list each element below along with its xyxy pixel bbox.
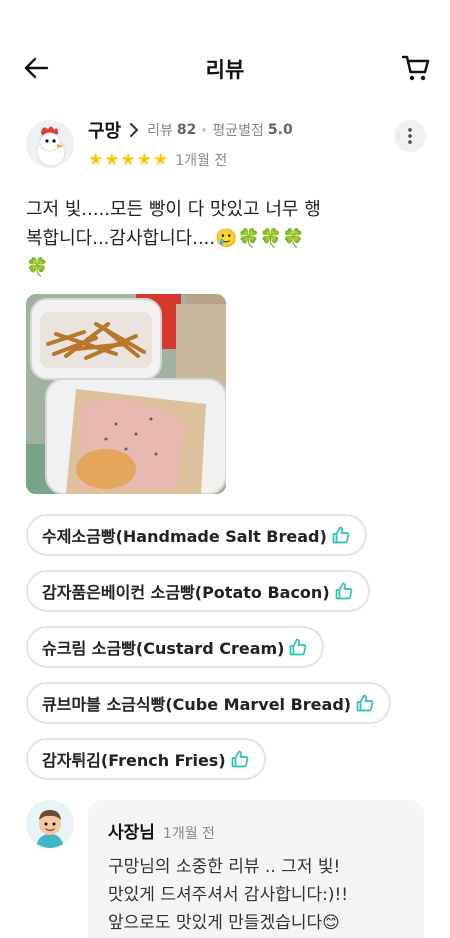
- star-rating: ★ ★ ★ ★ ★: [88, 149, 169, 170]
- chicken-avatar-icon: [26, 120, 74, 168]
- owner-reply: 사장님 1개월 전 구망님의 소중한 리뷰 .. 그저 빛! 맛있게 드셔주셔서…: [88, 800, 424, 938]
- reviewer-meta: 구망 리뷰 82 평균별점 5.0 ★ ★ ★ ★ ★ 1개월 전: [88, 116, 388, 170]
- owner-name: 사장님: [108, 823, 155, 843]
- menu-item-label: 감자튀김(French Fries): [42, 751, 226, 770]
- menu-item-chip[interactable]: 감자품은베이컨 소금빵(Potato Bacon): [26, 570, 370, 612]
- food-photo-image: [26, 294, 226, 494]
- page-title: 리뷰: [205, 58, 245, 82]
- review-text: 그저 빛.....모든 빵이 다 맛있고 너무 행 복합니다...감사합니다..…: [26, 195, 366, 282]
- menu-item-chip[interactable]: 수제소금빵(Handmade Salt Bread): [26, 514, 367, 556]
- star-icon: ★: [104, 149, 120, 170]
- star-icon: ★: [153, 149, 169, 170]
- cart-icon: [401, 55, 430, 81]
- star-icon: ★: [136, 149, 152, 170]
- owner-reply-text: 구망님의 소중한 리뷰 .. 그저 빛! 맛있게 드셔주셔서 감사합니다:)!!…: [108, 853, 404, 937]
- reviewer-nickname[interactable]: 구망: [88, 117, 121, 143]
- reviewer-avatar[interactable]: [26, 120, 74, 168]
- more-options-button[interactable]: [394, 120, 426, 152]
- separator-dot: [202, 128, 207, 132]
- menu-item-chip[interactable]: 감자튀김(French Fries): [26, 738, 266, 780]
- owner-reply-date: 1개월 전: [162, 826, 215, 842]
- review-text-line: 복합니다...감사합니다....🥲🍀🍀🍀: [26, 228, 305, 249]
- star-icon: ★: [88, 149, 104, 170]
- chevron-right-icon[interactable]: [129, 122, 139, 138]
- ordered-items-list: 수제소금빵(Handmade Salt Bread) 감자품은베이컨 소금빵(P…: [26, 514, 426, 794]
- thumbs-up-icon: [288, 637, 308, 657]
- thumbs-up-icon: [230, 749, 250, 769]
- list-item: 감자튀김(French Fries): [26, 738, 426, 794]
- list-item: 큐브마블 소금식빵(Cube Marvel Bread): [26, 682, 426, 738]
- review-text-line: 🍀: [26, 257, 49, 278]
- star-icon: ★: [120, 149, 136, 170]
- owner-avatar: [26, 800, 74, 848]
- review-date: 1개월 전: [175, 153, 228, 169]
- menu-item-label: 큐브마블 소금식빵(Cube Marvel Bread): [42, 695, 352, 714]
- thumbs-up-icon: [355, 693, 375, 713]
- menu-item-label: 감자품은베이컨 소금빵(Potato Bacon): [42, 583, 330, 602]
- review-count-label: 리뷰: [147, 123, 173, 139]
- list-item: 슈크림 소금빵(Custard Cream): [26, 626, 426, 682]
- more-vertical-icon: [408, 128, 412, 144]
- owner-reply-line: 구망님의 소중한 리뷰 .. 그저 빛!: [108, 857, 341, 877]
- review-count: 82: [176, 122, 197, 138]
- owner-reply-line: 앞으로도 맛있게 만들겠습니다😊: [108, 913, 340, 933]
- owner-character-icon: [26, 800, 74, 848]
- menu-item-label: 슈크림 소금빵(Custard Cream): [42, 639, 285, 658]
- thumbs-up-icon: [331, 525, 351, 545]
- avg-rating-label: 평균별점: [212, 123, 264, 139]
- review-text-line: 그저 빛.....모든 빵이 다 맛있고 너무 행: [26, 199, 321, 220]
- top-app-bar: 리뷰: [0, 40, 450, 96]
- list-item: 수제소금빵(Handmade Salt Bread): [26, 514, 426, 570]
- review-photo[interactable]: [26, 294, 226, 494]
- cart-button[interactable]: [398, 52, 434, 84]
- thumbs-up-icon: [334, 581, 354, 601]
- avg-rating: 5.0: [267, 122, 293, 138]
- menu-item-chip[interactable]: 슈크림 소금빵(Custard Cream): [26, 626, 325, 668]
- owner-reply-line: 맛있게 드셔주셔서 감사합니다:)!!: [108, 885, 349, 905]
- menu-item-chip[interactable]: 큐브마블 소금식빵(Cube Marvel Bread): [26, 682, 392, 724]
- menu-item-label: 수제소금빵(Handmade Salt Bread): [42, 527, 327, 546]
- list-item: 감자품은베이컨 소금빵(Potato Bacon): [26, 570, 426, 626]
